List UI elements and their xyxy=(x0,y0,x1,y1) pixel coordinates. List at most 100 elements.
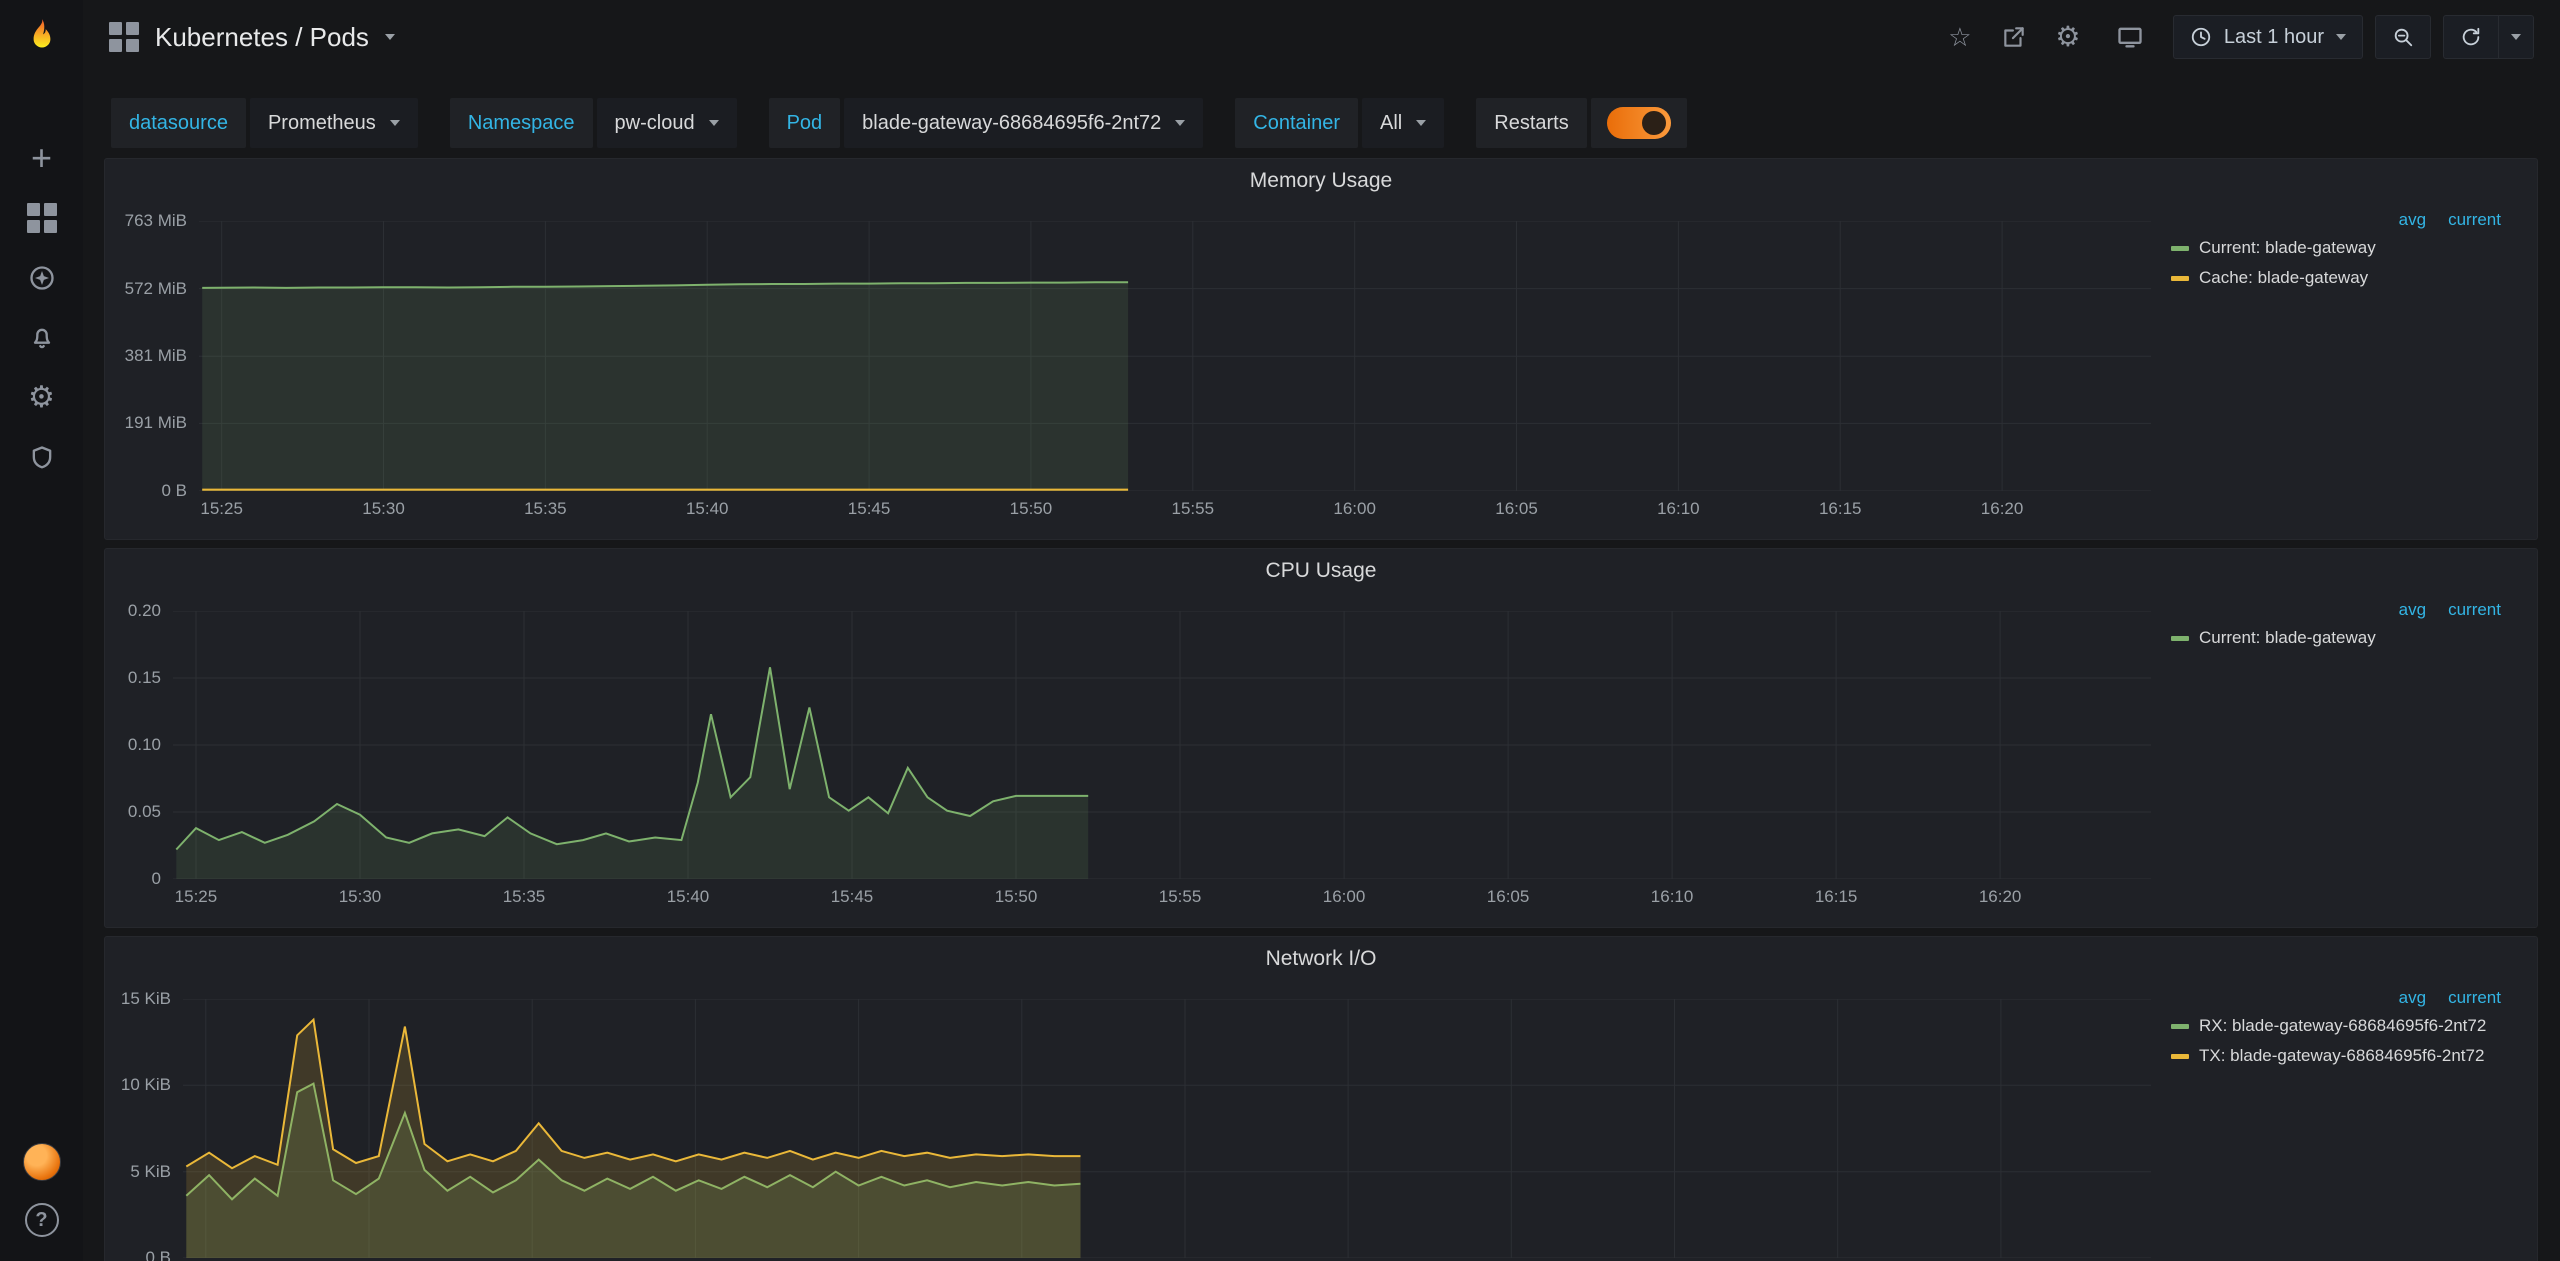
cpu-usage-chart: 00.050.100.150.2015:2515:3015:3515:4015:… xyxy=(113,591,2157,915)
main-area: Kubernetes / Pods ☆ ⚙ xyxy=(83,0,2560,1261)
help-icon: ? xyxy=(35,1209,47,1232)
panel-title[interactable]: Memory Usage xyxy=(105,159,2537,201)
cycle-view-button[interactable] xyxy=(2109,16,2151,58)
sidebar-item-configuration[interactable]: ⚙ xyxy=(22,378,62,418)
sidebar-item-create[interactable]: + xyxy=(22,138,62,178)
legend-item[interactable]: Cache: blade-gateway xyxy=(2171,263,2501,293)
dashboard-grid: Memory Usage 0 B191 MiB381 MiB572 MiB763… xyxy=(83,158,2560,1261)
legend-header-current[interactable]: current xyxy=(2448,600,2501,620)
legend-header-current[interactable]: current xyxy=(2448,210,2501,230)
x-axis-tick: 15:25 xyxy=(151,887,241,907)
datasource-value-dropdown[interactable]: Prometheus xyxy=(250,98,418,148)
x-axis-tick: 16:10 xyxy=(1633,499,1723,519)
namespace-value-dropdown[interactable]: pw-cloud xyxy=(597,98,737,148)
y-axis-tick: 15 KiB xyxy=(113,989,171,1009)
panel-body: 0 B5 KiB10 KiB15 KiB15:2515:3015:3515:40… xyxy=(113,979,2529,1261)
time-picker-button[interactable]: Last 1 hour xyxy=(2173,15,2363,59)
chart-canvas[interactable] xyxy=(183,999,2151,1258)
clock-icon xyxy=(2190,26,2212,48)
plus-icon: + xyxy=(31,140,52,176)
legend-header-avg[interactable]: avg xyxy=(2399,600,2426,620)
legend-header-current[interactable]: current xyxy=(2448,988,2501,1008)
y-axis-tick: 381 MiB xyxy=(113,346,187,366)
container-value-dropdown[interactable]: All xyxy=(1362,98,1444,148)
grafana-logo[interactable] xyxy=(0,0,83,74)
restarts-toggle[interactable] xyxy=(1607,107,1671,139)
gear-icon: ⚙ xyxy=(28,383,55,413)
panel-network-io: Network I/O 0 B5 KiB10 KiB15 KiB15:2515:… xyxy=(104,936,2538,1261)
legend-swatch xyxy=(2171,1024,2189,1029)
panel-body: 0 B191 MiB381 MiB572 MiB763 MiB15:2515:3… xyxy=(113,201,2529,527)
legend-series-list: Current: blade-gatewayCache: blade-gatew… xyxy=(2171,233,2501,293)
y-axis-tick: 0 B xyxy=(113,481,187,501)
restarts-switch-wrap xyxy=(1591,98,1687,148)
legend-swatch xyxy=(2171,636,2189,641)
x-axis-tick: 15:35 xyxy=(479,887,569,907)
chart-canvas[interactable] xyxy=(199,221,2151,491)
refresh-button[interactable] xyxy=(2443,15,2499,59)
legend-series-name: TX: blade-gateway-68684695f6-2nt72 xyxy=(2199,1046,2484,1066)
x-axis-tick: 16:00 xyxy=(1299,887,1389,907)
y-axis-tick: 5 KiB xyxy=(113,1162,171,1182)
legend-series-name: Current: blade-gateway xyxy=(2199,628,2376,648)
legend-header-avg[interactable]: avg xyxy=(2399,210,2426,230)
x-axis-tick: 15:30 xyxy=(339,499,429,519)
panel-title[interactable]: Network I/O xyxy=(105,937,2537,979)
star-dashboard-button[interactable]: ☆ xyxy=(1939,16,1981,58)
legend-item[interactable]: TX: blade-gateway-68684695f6-2nt72 xyxy=(2171,1041,2501,1071)
y-axis-tick: 0 B xyxy=(113,1248,171,1261)
refresh-interval-dropdown[interactable] xyxy=(2499,15,2534,59)
x-axis-tick: 16:15 xyxy=(1795,499,1885,519)
variable-restarts: Restarts xyxy=(1476,98,1686,148)
legend-series-list: RX: blade-gateway-68684695f6-2nt72 TX: bl… xyxy=(2171,1011,2501,1071)
gear-icon: ⚙ xyxy=(2055,23,2080,51)
x-axis-tick: 15:45 xyxy=(807,887,897,907)
navbar-actions: ☆ ⚙ xyxy=(1939,15,2534,59)
chevron-down-icon xyxy=(709,120,719,126)
sidebar-item-alerting[interactable] xyxy=(22,318,62,358)
shield-icon xyxy=(28,444,56,472)
variable-datasource: datasource Prometheus xyxy=(111,98,418,148)
share-dashboard-button[interactable] xyxy=(1993,16,2035,58)
x-axis-tick: 16:05 xyxy=(1463,887,1553,907)
monitor-icon xyxy=(2116,23,2144,51)
legend-headers: avg current xyxy=(2171,207,2501,233)
x-axis-tick: 16:20 xyxy=(1957,499,2047,519)
x-axis-tick: 16:15 xyxy=(1791,887,1881,907)
legend-item[interactable]: Current: blade-gateway xyxy=(2171,623,2501,653)
help-button[interactable]: ? xyxy=(25,1203,59,1237)
x-axis-tick: 15:50 xyxy=(971,887,1061,907)
dashboard-settings-button[interactable]: ⚙ xyxy=(2047,16,2089,58)
legend-item[interactable]: RX: blade-gateway-68684695f6-2nt72 xyxy=(2171,1011,2501,1041)
namespace-label: Namespace xyxy=(450,98,593,148)
legend-header-avg[interactable]: avg xyxy=(2399,988,2426,1008)
y-axis-tick: 191 MiB xyxy=(113,413,187,433)
dashboards-grid-icon xyxy=(27,203,57,233)
sidebar-item-server-admin[interactable] xyxy=(22,438,62,478)
sidebar-item-explore[interactable] xyxy=(22,258,62,298)
zoom-out-button[interactable] xyxy=(2375,15,2431,59)
variable-namespace: Namespace pw-cloud xyxy=(450,98,737,148)
refresh-button-group xyxy=(2443,15,2534,59)
legend: avg current Current: blade-gatewayCache:… xyxy=(2157,201,2529,527)
legend-item[interactable]: Current: blade-gateway xyxy=(2171,233,2501,263)
x-axis-tick: 15:55 xyxy=(1135,887,1225,907)
memory-usage-chart: 0 B191 MiB381 MiB572 MiB763 MiB15:2515:3… xyxy=(113,201,2157,527)
panel-cpu-usage: CPU Usage 00.050.100.150.2015:2515:3015:… xyxy=(104,548,2538,928)
legend-headers: avg current xyxy=(2171,597,2501,623)
user-avatar[interactable] xyxy=(23,1143,61,1181)
legend-series-name: RX: blade-gateway-68684695f6-2nt72 xyxy=(2199,1016,2486,1036)
sidebar-item-dashboards[interactable] xyxy=(22,198,62,238)
panel-memory-usage: Memory Usage 0 B191 MiB381 MiB572 MiB763… xyxy=(104,158,2538,540)
chevron-down-icon xyxy=(1175,120,1185,126)
pod-value: blade-gateway-68684695f6-2nt72 xyxy=(862,112,1161,135)
x-axis-tick: 15:40 xyxy=(662,499,752,519)
panel-title[interactable]: CPU Usage xyxy=(105,549,2537,591)
x-axis-tick: 15:40 xyxy=(643,887,733,907)
dashboard-title-group[interactable]: Kubernetes / Pods xyxy=(109,22,395,53)
x-axis-tick: 15:35 xyxy=(500,499,590,519)
pod-value-dropdown[interactable]: blade-gateway-68684695f6-2nt72 xyxy=(844,98,1203,148)
chart-canvas[interactable] xyxy=(173,611,2151,879)
y-axis-tick: 572 MiB xyxy=(113,279,187,299)
dashboard-title: Kubernetes / Pods xyxy=(155,22,369,53)
